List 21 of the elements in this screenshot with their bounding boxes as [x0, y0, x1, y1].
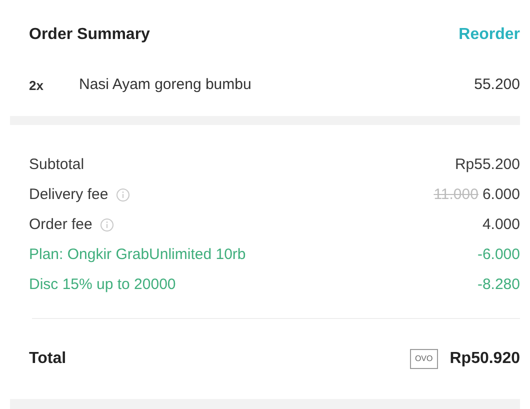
original-price: 11.000	[434, 185, 478, 206]
item-name: Nasi Ayam goreng bumbu	[79, 75, 252, 96]
fee-label: Plan: Ongkir GrabUnlimited 10rb	[29, 245, 246, 266]
fee-label: Disc 15% up to 20000	[29, 275, 176, 296]
fee-value: 6.000	[482, 185, 520, 206]
total-label: Total	[29, 349, 66, 370]
item-price: 55.200	[474, 75, 520, 96]
fee-value: -8.280	[477, 275, 520, 296]
item-quantity: 2x	[29, 76, 44, 95]
reorder-link[interactable]: Reorder	[458, 22, 520, 47]
total-amount: Rp50.920	[450, 349, 520, 370]
info-icon[interactable]	[100, 218, 114, 232]
fee-label: Order fee	[29, 215, 92, 236]
fee-value: Rp55.200	[454, 155, 520, 176]
info-icon[interactable]	[116, 188, 130, 202]
fee-label: Delivery fee	[29, 185, 108, 206]
section-title: Order Summary	[29, 24, 150, 45]
fee-value: -6.000	[477, 245, 520, 266]
fee-value: 4.000	[482, 215, 520, 236]
payment-badge: OVO	[410, 349, 438, 370]
fee-label: Subtotal	[29, 155, 84, 176]
